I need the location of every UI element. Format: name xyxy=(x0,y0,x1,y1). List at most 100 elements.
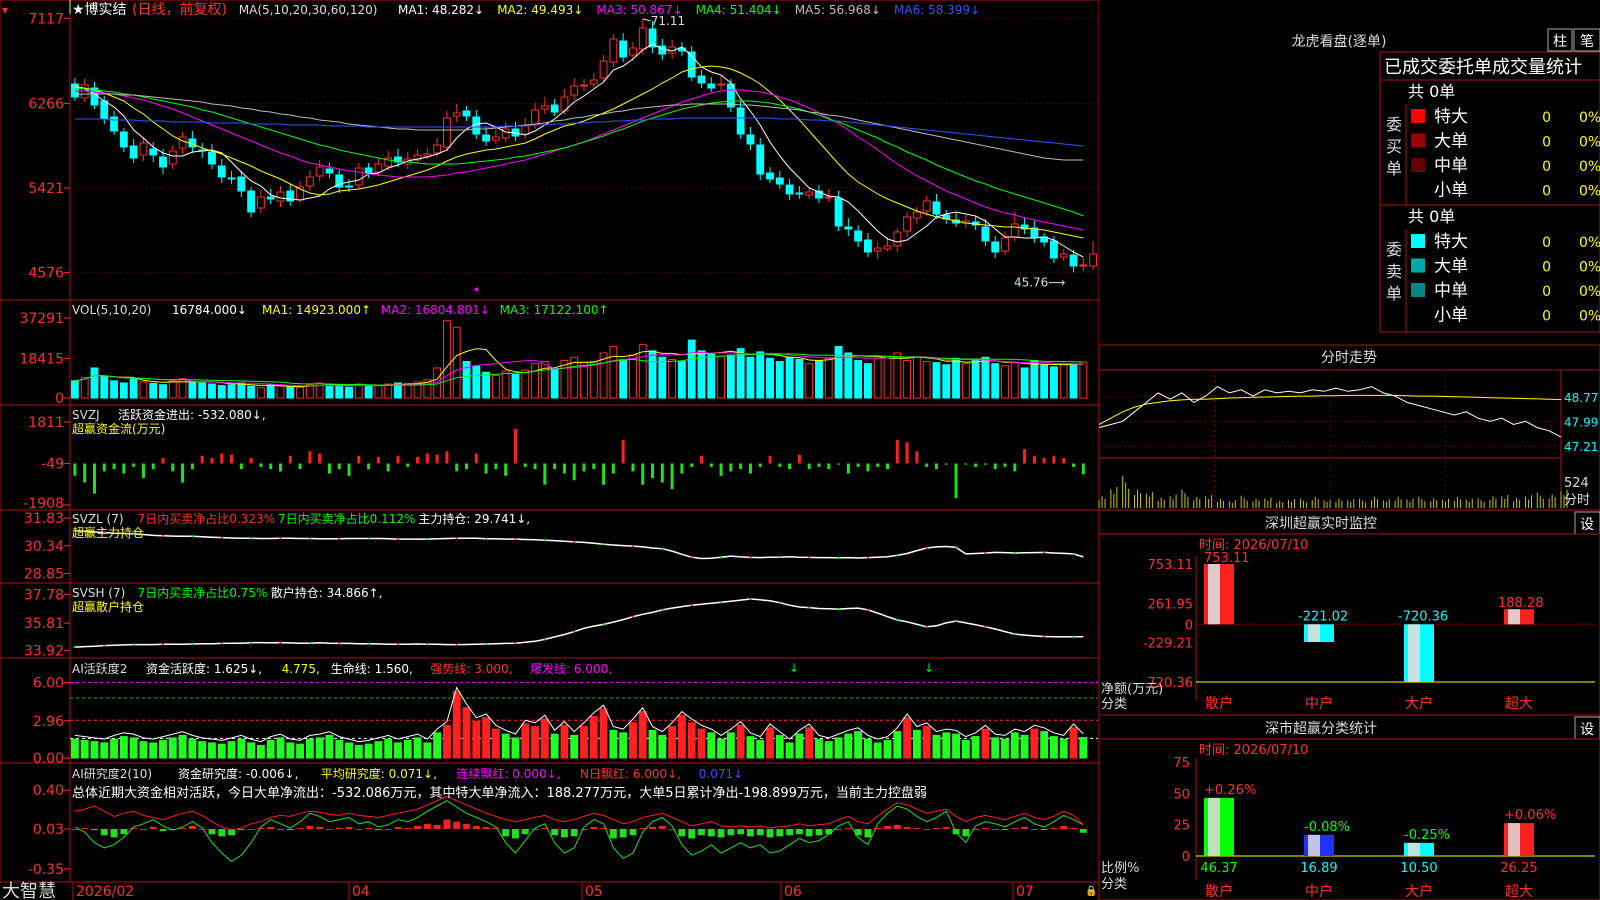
vol-y-tick: 0 xyxy=(55,391,64,407)
fund-flow-bar xyxy=(768,455,772,464)
monitor-settings-label[interactable]: 设 xyxy=(1580,517,1594,533)
intraday-y-tick: 47.99 xyxy=(1564,416,1598,430)
activity-bar xyxy=(629,722,637,759)
volume-bar xyxy=(276,385,285,399)
ma-line-MA2 xyxy=(74,65,1084,239)
candle xyxy=(1010,223,1019,238)
buy-row-pct: 0% xyxy=(1579,135,1600,151)
classify-bar-highlight xyxy=(1308,834,1320,856)
activity-bar xyxy=(1001,738,1009,759)
main-y-tick: 6266 xyxy=(28,96,64,112)
monitor-xlabel: 分类 xyxy=(1101,697,1127,712)
trading-terminal: 711762665421457671.1145.76⟶▾ ★博实结 (日线，前复权)… xyxy=(0,0,1600,900)
activity-bar xyxy=(805,727,814,759)
svsh-tick-dot xyxy=(162,643,165,646)
fund-flow-bar xyxy=(895,440,899,464)
research-bar xyxy=(590,826,598,830)
volume-bar xyxy=(717,355,725,399)
activity-bar xyxy=(580,726,588,759)
volume-bar xyxy=(1050,366,1058,399)
volume-bar xyxy=(374,385,383,399)
svzl-y-tick: 28.85 xyxy=(24,566,64,582)
svsh-tick-dot xyxy=(132,643,135,646)
fund-flow-bar xyxy=(347,463,351,476)
research-bar xyxy=(149,826,157,830)
svzl-tick-dot xyxy=(543,539,546,542)
activity-bar xyxy=(423,742,432,759)
volume-bar xyxy=(785,356,794,399)
svsh-tick-dot xyxy=(720,601,723,604)
fund-flow-bar xyxy=(210,457,214,464)
svzl-tick-dot xyxy=(631,545,634,548)
volume-bar xyxy=(443,320,451,399)
fund-flow-bar xyxy=(161,457,165,464)
lock-icon: 🔒 xyxy=(1085,885,1097,897)
fund-flow-bar xyxy=(611,463,615,474)
fund-flow-bar xyxy=(337,463,341,470)
tab-bar-label[interactable]: 柱 xyxy=(1553,34,1567,50)
research-bar xyxy=(570,829,578,837)
candle xyxy=(854,230,863,242)
svsh-tick-dot xyxy=(338,642,341,645)
activity-bar xyxy=(315,737,324,759)
research-bar xyxy=(1030,829,1038,831)
fund-flow-bar xyxy=(298,463,302,470)
fund-flow-bar xyxy=(171,463,175,472)
research-bar xyxy=(531,829,539,831)
research-bar xyxy=(286,829,294,831)
fund-flow-bar xyxy=(416,456,420,464)
svsh-tick-dot xyxy=(573,630,576,633)
candle xyxy=(638,27,647,50)
candle xyxy=(237,176,246,192)
volume-bar xyxy=(1079,361,1088,399)
volume-bar xyxy=(286,386,295,399)
buy-side-char: 委 xyxy=(1386,115,1402,134)
activity-bar xyxy=(521,723,530,759)
activity-bar xyxy=(364,743,373,759)
classify-pct-label: +0.06% xyxy=(1504,808,1556,823)
research-bar xyxy=(698,829,705,836)
fund-flow-bar xyxy=(974,463,978,467)
vol-y-tick: 18415 xyxy=(19,351,64,367)
research-bar xyxy=(443,819,451,830)
research-bar xyxy=(678,829,686,837)
research-bar xyxy=(404,827,412,830)
fund-flow-bar xyxy=(327,463,331,474)
candle xyxy=(208,151,216,165)
vol-label: VOL(5,10,20) xyxy=(72,303,151,317)
svzl-tick-dot xyxy=(455,537,458,540)
buy-row-value: 0 xyxy=(1542,110,1551,126)
candle xyxy=(629,47,637,56)
fund-flow-bar xyxy=(934,463,938,470)
ai2-summary: 总体近期大资金相对活跃，今日大单净流出：-532.086万元，其中特大单净流入：… xyxy=(72,785,927,801)
activity-bar xyxy=(1059,738,1068,759)
fund-flow-bar xyxy=(386,463,390,472)
research-bar xyxy=(551,829,559,836)
tab-pen-label[interactable]: 笔 xyxy=(1580,34,1594,50)
fund-flow-bar xyxy=(954,463,958,499)
buy-row-name: 特大 xyxy=(1434,107,1468,127)
volume-bar xyxy=(932,362,941,399)
research-bar xyxy=(1060,825,1068,830)
research-bar xyxy=(981,827,989,830)
activity-bar xyxy=(403,739,412,759)
sell-row-pct: 0% xyxy=(1579,235,1600,251)
activity-bar xyxy=(961,739,970,759)
activity-bar xyxy=(560,724,569,759)
activity-bar xyxy=(227,741,236,759)
menu-arrow-icon[interactable]: ▾ xyxy=(2,3,8,17)
volume-bar xyxy=(1010,362,1019,399)
svzl-tick-dot xyxy=(308,537,311,540)
classify-pct-label: +0.26% xyxy=(1204,783,1256,798)
ai1-line xyxy=(74,686,1084,743)
volume-bar xyxy=(648,350,657,399)
classify-settings-label[interactable]: 设 xyxy=(1580,722,1594,738)
activity-bar xyxy=(159,739,167,759)
activity-bar xyxy=(247,742,256,759)
fund-flow-bar xyxy=(122,463,126,474)
activity-bar xyxy=(668,726,677,759)
activity-bar xyxy=(854,731,863,759)
activity-bar xyxy=(335,739,344,759)
fund-flow-bar xyxy=(651,463,655,479)
volume-bar xyxy=(305,384,314,399)
